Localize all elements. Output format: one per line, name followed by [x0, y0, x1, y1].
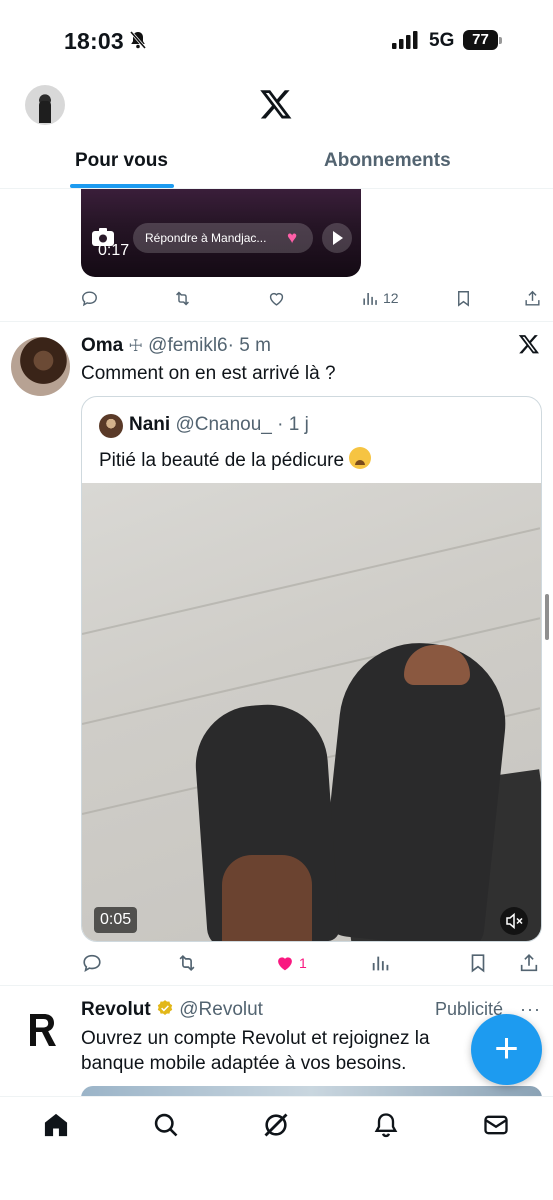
battery-icon: 77 [463, 30, 502, 50]
like-button[interactable]: 1 [274, 951, 307, 975]
more-options-icon[interactable]: ··· [520, 999, 541, 1020]
author-handle[interactable]: @femikl6 [148, 335, 227, 356]
muted-speaker-icon [506, 912, 523, 930]
reply-icon [83, 954, 101, 972]
mute-button[interactable] [500, 907, 528, 935]
advertiser-handle[interactable]: @Revolut [179, 999, 263, 1020]
quoted-tweet-text: Pitié la beauté de la pédicure [99, 447, 372, 472]
reply-icon [82, 290, 97, 306]
ad-text: Ouvrez un compte Revolut et rejoignez la… [81, 1028, 430, 1074]
like-button[interactable] [267, 286, 286, 310]
reply-input[interactable]: Répondre à Mandjac... [133, 223, 313, 253]
views-count: 12 [383, 290, 399, 306]
nav-messages[interactable] [482, 1111, 514, 1143]
tweet-time: · 5 m [227, 335, 271, 356]
share-button[interactable] [523, 286, 542, 310]
quoted-tweet-time: · 1 j [277, 414, 309, 435]
bookmark-icon [471, 954, 485, 973]
author-avatar[interactable] [11, 337, 70, 396]
views-button[interactable] [370, 951, 392, 975]
video-duration: 0:17 [98, 242, 130, 259]
send-icon [333, 231, 343, 245]
nav-grok[interactable] [262, 1111, 294, 1143]
views-button[interactable]: 12 [361, 286, 399, 310]
notifications-icon [374, 1113, 398, 1138]
repost-button[interactable] [176, 951, 198, 975]
reply-button[interactable] [80, 286, 99, 310]
home-icon [44, 1113, 68, 1137]
repost-icon [179, 954, 195, 972]
author-name[interactable]: Oma [81, 335, 123, 356]
video-duration: 0:05 [94, 907, 138, 933]
quoted-tweet[interactable]: Nani @Cnanou_ · 1 j Pitié la beauté de l… [81, 396, 542, 942]
quoted-author-handle[interactable]: @Cnanou_ [175, 414, 271, 435]
tweet-header: Oma ☩ @femikl6· 5 m [81, 335, 271, 357]
tweet-divider [0, 985, 553, 986]
x-logo-icon [260, 90, 292, 119]
tweet-divider [0, 321, 553, 322]
quoted-tweet-video[interactable]: 0:05 [82, 483, 541, 941]
compose-button[interactable]: + [471, 1014, 542, 1085]
nav-search[interactable] [152, 1111, 184, 1143]
status-bar: 18:03 5G 77 [0, 0, 553, 80]
tab-pour-vous[interactable]: Pour vous [75, 150, 168, 172]
profile-avatar[interactable] [25, 85, 65, 125]
weary-face-emoji-icon [349, 447, 372, 469]
tweet-actions: 1 [0, 951, 553, 975]
revolut-logo-icon[interactable] [28, 1012, 58, 1048]
timeline-tabs: Pour vous Abonnements [0, 140, 553, 189]
x-logo-icon [518, 335, 539, 354]
quoted-author-avatar[interactable] [99, 414, 123, 438]
send-button[interactable] [322, 223, 352, 253]
reply-button[interactable] [81, 951, 103, 975]
ad-header: Revolut @Revolut [81, 999, 263, 1021]
views-icon [363, 292, 377, 305]
verified-badge-icon [157, 1000, 173, 1015]
heart-icon [269, 292, 284, 306]
status-time: 18:03 [64, 28, 124, 54]
name-symbol: ☩ [128, 338, 143, 355]
bottom-nav [0, 1096, 553, 1200]
scrollbar[interactable] [545, 594, 549, 640]
search-icon [154, 1113, 178, 1137]
prev-tweet-actions: 12 [0, 286, 553, 310]
signal-icon [392, 31, 418, 49]
messages-icon [484, 1115, 508, 1135]
heart-emoji-icon[interactable]: ♥ [287, 229, 297, 246]
battery-level: 77 [463, 30, 498, 50]
tweet-text: Comment on en est arrivé là ? [81, 363, 336, 384]
nav-notifications[interactable] [372, 1111, 404, 1143]
repost-button[interactable] [173, 286, 192, 310]
repost-icon [176, 291, 189, 305]
share-icon [520, 954, 538, 972]
bell-muted-icon [129, 31, 147, 49]
quoted-author-name[interactable]: Nani [129, 414, 170, 435]
share-button[interactable] [518, 951, 540, 975]
bookmark-button[interactable] [467, 951, 489, 975]
views-icon [372, 956, 389, 971]
prev-tweet-video[interactable]: Répondre à Mandjac... ♥ 0:17 [81, 189, 361, 277]
heart-filled-icon [278, 957, 292, 971]
bookmark-button[interactable] [454, 286, 473, 310]
share-icon [525, 290, 540, 306]
active-tab-indicator [70, 184, 174, 188]
bookmark-icon [458, 290, 469, 307]
advertiser-name[interactable]: Revolut [81, 999, 151, 1020]
quoted-tweet-header: Nani @Cnanou_ · 1 j [129, 414, 309, 436]
tab-abonnements[interactable]: Abonnements [324, 150, 451, 172]
grok-icon [264, 1113, 288, 1137]
network-type: 5G [429, 30, 455, 51]
nav-home[interactable] [42, 1111, 74, 1143]
like-count: 1 [299, 955, 307, 971]
